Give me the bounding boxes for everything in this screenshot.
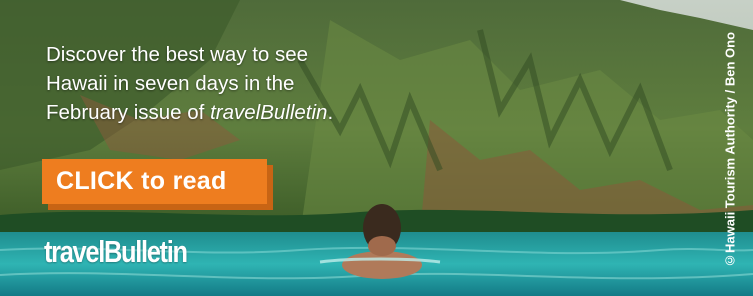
headline-publication-name: travelBulletin: [210, 101, 328, 124]
headline: Discover the best way to see Hawaii in s…: [46, 40, 406, 127]
headline-line-1: Discover the best way to see: [46, 43, 309, 66]
click-to-read-button[interactable]: CLICK to read: [42, 159, 267, 204]
travelbulletin-logo: travelBulletin: [44, 234, 188, 269]
headline-line-3-prefix: February issue of: [46, 101, 211, 124]
ad-banner[interactable]: Discover the best way to see Hawaii in s…: [0, 0, 753, 296]
headline-line-3-suffix: .: [327, 101, 334, 124]
headline-line-2: Hawaii in seven days in the: [46, 72, 295, 95]
photo-credit: ©Hawaii Tourism Authority / Ben Ono: [722, 32, 738, 269]
